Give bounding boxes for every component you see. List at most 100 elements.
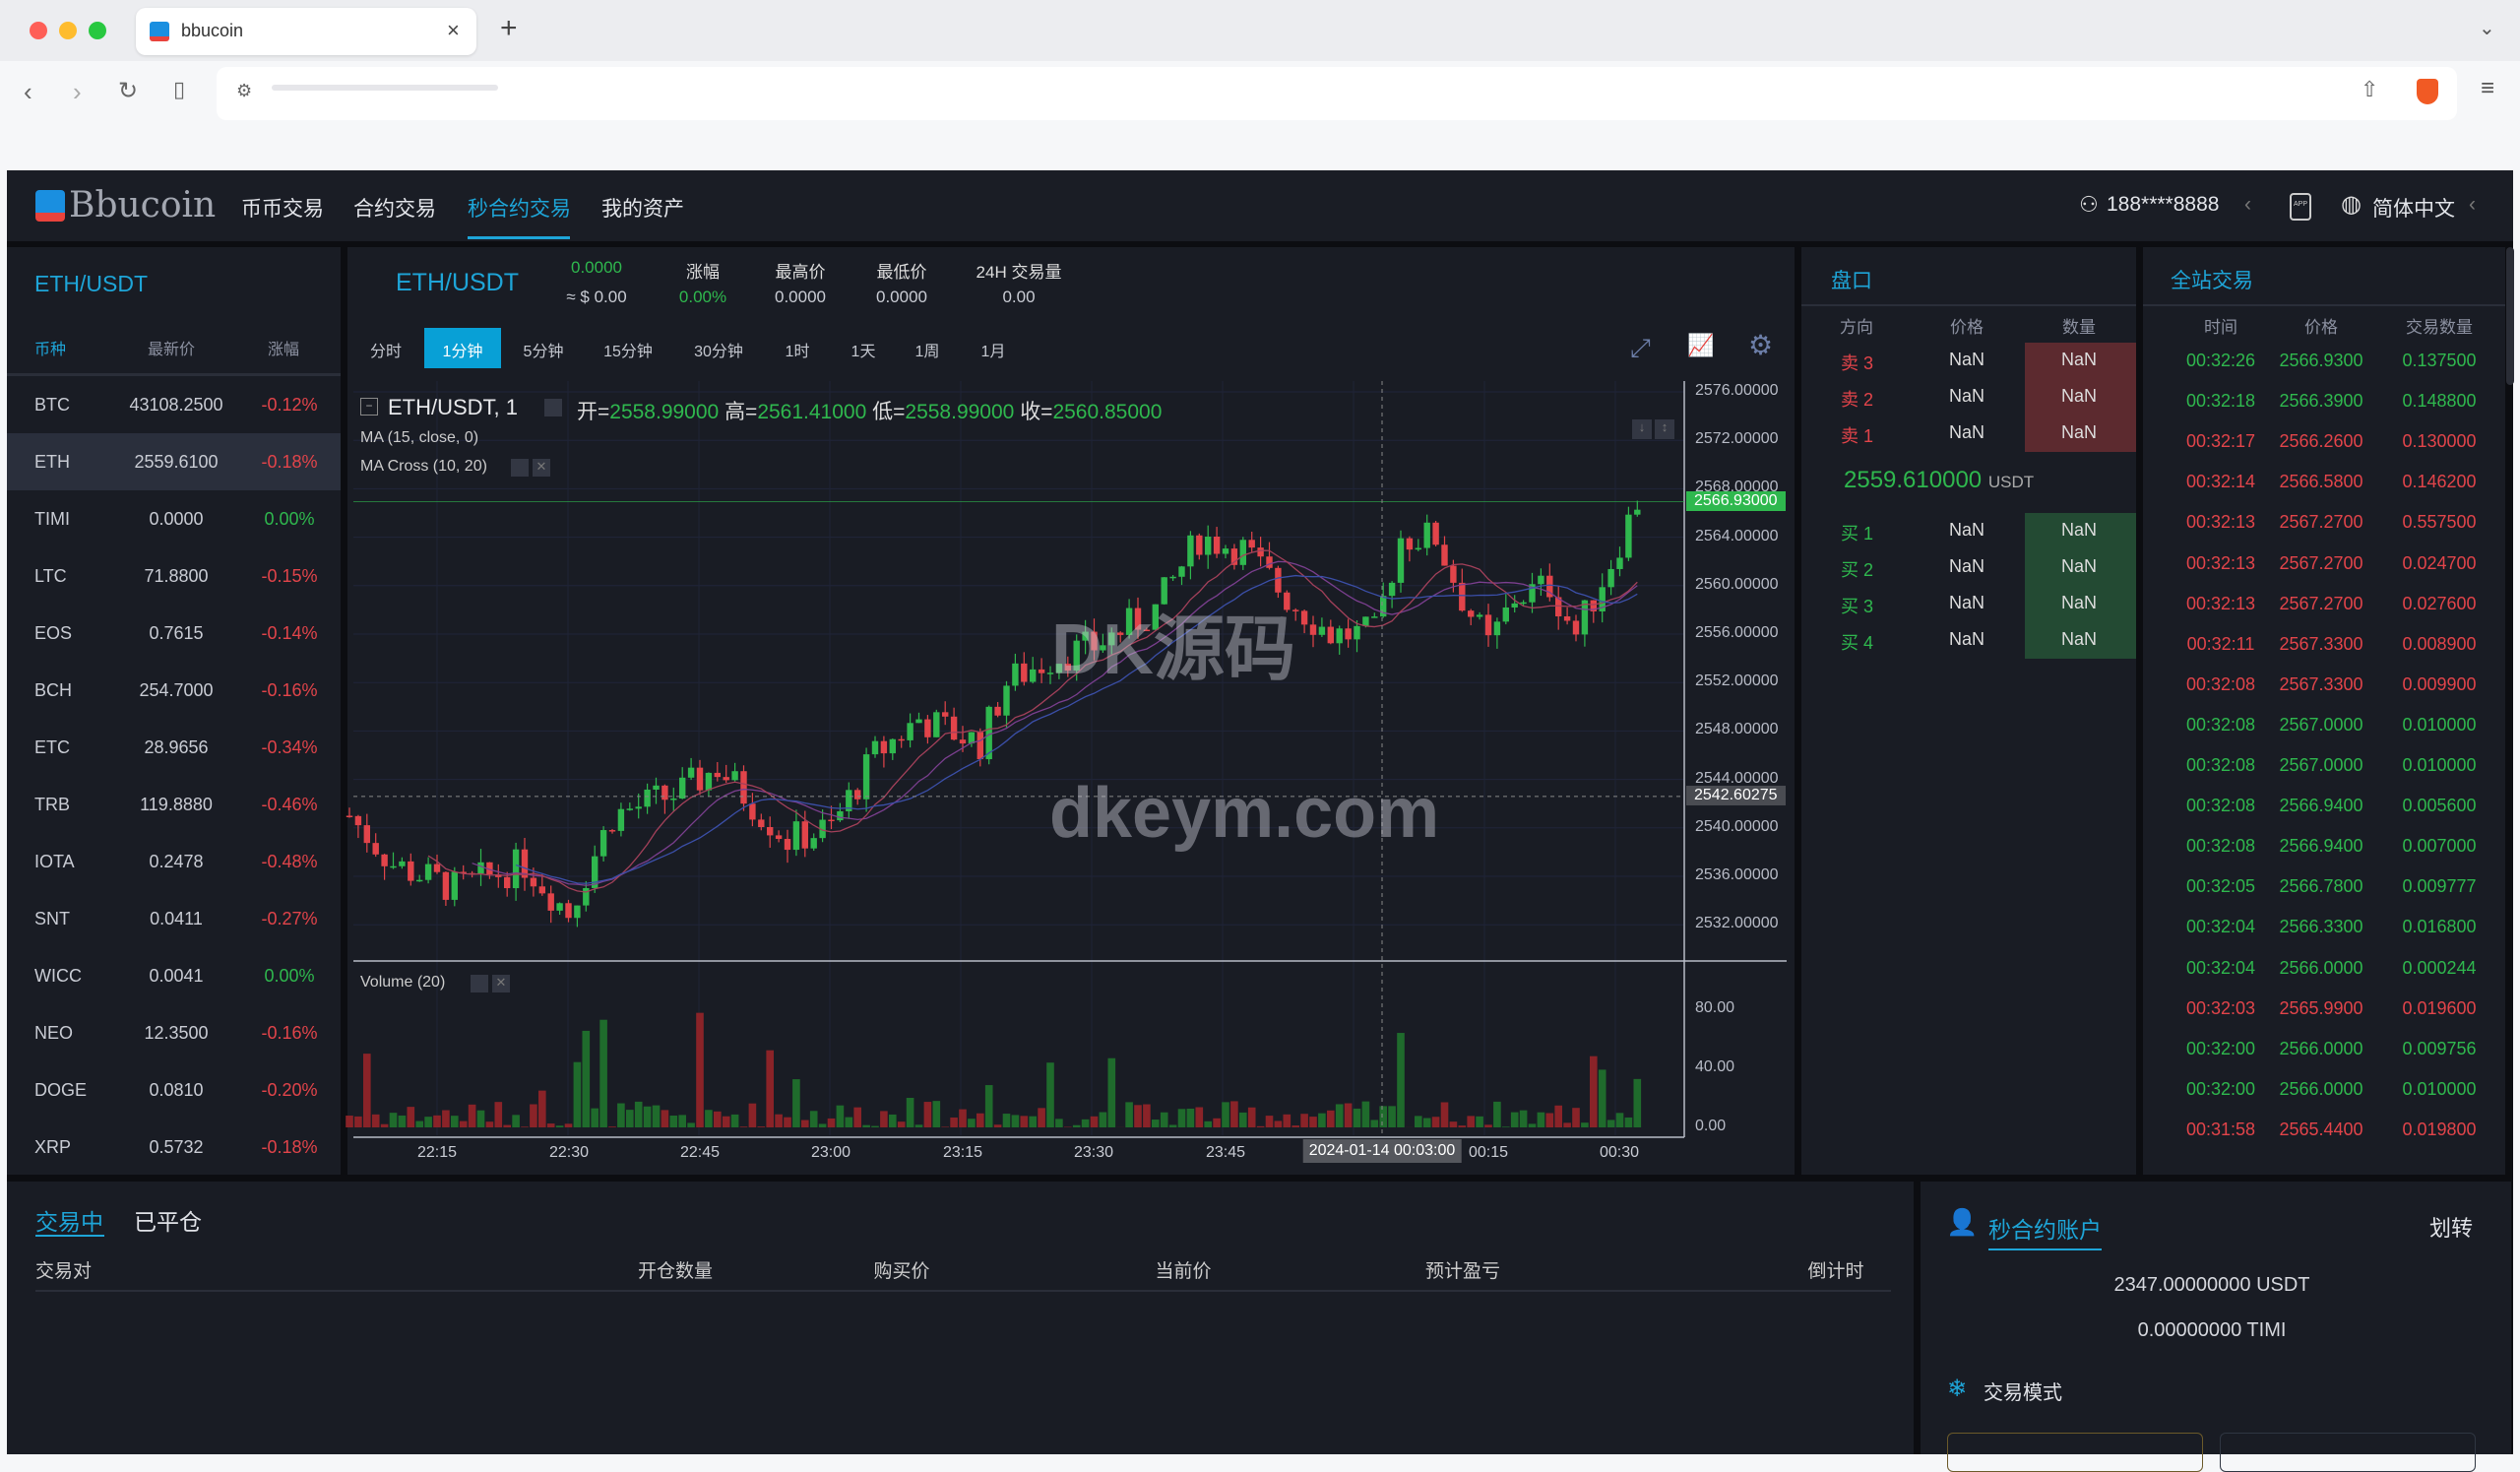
volume-bar xyxy=(1091,1117,1099,1127)
bids-qty: NaN xyxy=(2061,629,2097,650)
watermark-text: DK源码 xyxy=(1051,591,1295,694)
volume-bar xyxy=(1266,1116,1274,1127)
trade-time: 00:32:11 xyxy=(2187,634,2255,655)
candle xyxy=(1634,510,1640,515)
candle xyxy=(399,862,405,866)
trades-title: 全站交易 xyxy=(2171,265,2253,294)
candle xyxy=(1328,627,1334,644)
candle xyxy=(548,893,554,911)
candle xyxy=(811,838,817,849)
ma-cross-remove-icon[interactable]: ✕ xyxy=(533,459,550,477)
volume-bar xyxy=(1161,1113,1168,1127)
price-tick: 2560.00000 xyxy=(1695,576,1779,594)
volume-bar xyxy=(1143,1105,1151,1127)
watermark-url: dkeym.com xyxy=(1049,773,1439,854)
asks-qty: NaN xyxy=(2061,386,2097,407)
candle xyxy=(977,733,983,760)
candle xyxy=(881,741,887,753)
volume-bar xyxy=(1529,1123,1537,1127)
asks-label: 卖 1 xyxy=(1841,422,1873,448)
volume-bar xyxy=(1082,1120,1090,1127)
candle xyxy=(1468,610,1474,616)
scale-down-icon[interactable]: ↓ xyxy=(1632,419,1652,439)
volume-settings-icon[interactable] xyxy=(471,975,488,992)
candle xyxy=(1240,540,1246,565)
tr-col-qty: 交易数量 xyxy=(2406,313,2473,338)
legend-settings-icon[interactable] xyxy=(544,399,562,416)
candle xyxy=(1362,616,1368,626)
bids-qty: NaN xyxy=(2061,520,2097,541)
volume-bar xyxy=(670,1116,678,1127)
trade-time: 00:32:00 xyxy=(2186,1039,2255,1059)
account-title[interactable]: 秒合约账户 xyxy=(1988,1211,2102,1250)
trade-qty: 0.000244 xyxy=(2402,958,2476,979)
volume-bar xyxy=(574,1062,582,1127)
time-tick: 22:45 xyxy=(680,1144,720,1162)
bids-price[interactable]: NaN xyxy=(1949,520,1984,541)
low-value: 2558.99000 xyxy=(905,401,1014,423)
collapse-legend-icon[interactable]: − xyxy=(360,398,378,416)
candle xyxy=(1494,621,1500,635)
volume-bar xyxy=(941,1126,949,1127)
mode-option-2[interactable] xyxy=(2220,1433,2476,1472)
candle xyxy=(565,903,571,918)
volume-bar xyxy=(976,1114,984,1127)
volume-bar xyxy=(853,1108,861,1127)
asks-price[interactable]: NaN xyxy=(1949,422,1984,443)
trade-price: 2566.9400 xyxy=(2279,796,2362,816)
volume-bar xyxy=(390,1113,398,1127)
volume-bar xyxy=(1563,1122,1571,1127)
trade-price: 2565.9900 xyxy=(2279,998,2362,1019)
candle xyxy=(627,808,633,810)
col-current-price: 当前价 xyxy=(1155,1256,1211,1283)
candle xyxy=(960,739,966,743)
volume-remove-icon[interactable]: ✕ xyxy=(492,975,510,992)
col-pair: 交易对 xyxy=(35,1256,92,1283)
candle xyxy=(644,790,650,806)
bids-price[interactable]: NaN xyxy=(1949,593,1984,613)
trade-price: 2567.2700 xyxy=(2279,553,2362,574)
trade-qty: 0.005600 xyxy=(2402,796,2476,816)
volume-bar xyxy=(933,1101,941,1127)
candle xyxy=(802,821,808,849)
volume-bar xyxy=(442,1111,450,1127)
trade-time: 00:32:08 xyxy=(2186,715,2255,736)
asks-price[interactable]: NaN xyxy=(1949,386,1984,407)
open-label: 开= xyxy=(577,401,609,423)
candle xyxy=(1520,603,1526,605)
candle xyxy=(793,821,799,850)
candle xyxy=(504,877,510,888)
bids-price[interactable]: NaN xyxy=(1949,556,1984,577)
ma-cross-settings-icon[interactable] xyxy=(511,459,529,477)
transfer-button[interactable]: 划转 xyxy=(2429,1211,2473,1243)
trade-mode-icon: ❄ xyxy=(1947,1375,1967,1403)
asks-price[interactable]: NaN xyxy=(1949,350,1984,370)
trade-price: 2567.2700 xyxy=(2279,512,2362,533)
volume-bar xyxy=(1388,1106,1396,1127)
candle xyxy=(767,827,773,835)
volume-bar xyxy=(846,1118,853,1127)
tab-open-positions[interactable]: 交易中 xyxy=(35,1203,103,1237)
ohlc-legend: 开=2558.99000 高=2561.41000 低=2558.99000 收… xyxy=(577,396,1162,425)
volume-bar xyxy=(749,1104,757,1127)
trade-qty: 0.010000 xyxy=(2402,715,2476,736)
bids-label: 买 2 xyxy=(1841,556,1873,582)
volume-bar xyxy=(1441,1102,1449,1127)
tab-closed-positions[interactable]: 已平仓 xyxy=(134,1203,202,1237)
volume-bar xyxy=(959,1110,967,1127)
bids-price[interactable]: NaN xyxy=(1949,629,1984,650)
volume-bar xyxy=(415,1121,423,1127)
candle xyxy=(1512,604,1518,608)
volume-bar xyxy=(985,1085,993,1127)
candle xyxy=(1345,628,1351,639)
bids-label: 买 4 xyxy=(1841,629,1873,655)
trades-scrollbar[interactable] xyxy=(2506,247,2514,385)
candle xyxy=(1039,670,1044,673)
volume-bar xyxy=(1493,1102,1501,1127)
scale-auto-icon[interactable]: ↕ xyxy=(1655,419,1674,439)
candle xyxy=(1564,616,1570,620)
candle xyxy=(408,862,413,881)
mode-option-1[interactable] xyxy=(1947,1433,2203,1472)
candle xyxy=(1538,576,1544,585)
volume-bar xyxy=(775,1115,783,1127)
